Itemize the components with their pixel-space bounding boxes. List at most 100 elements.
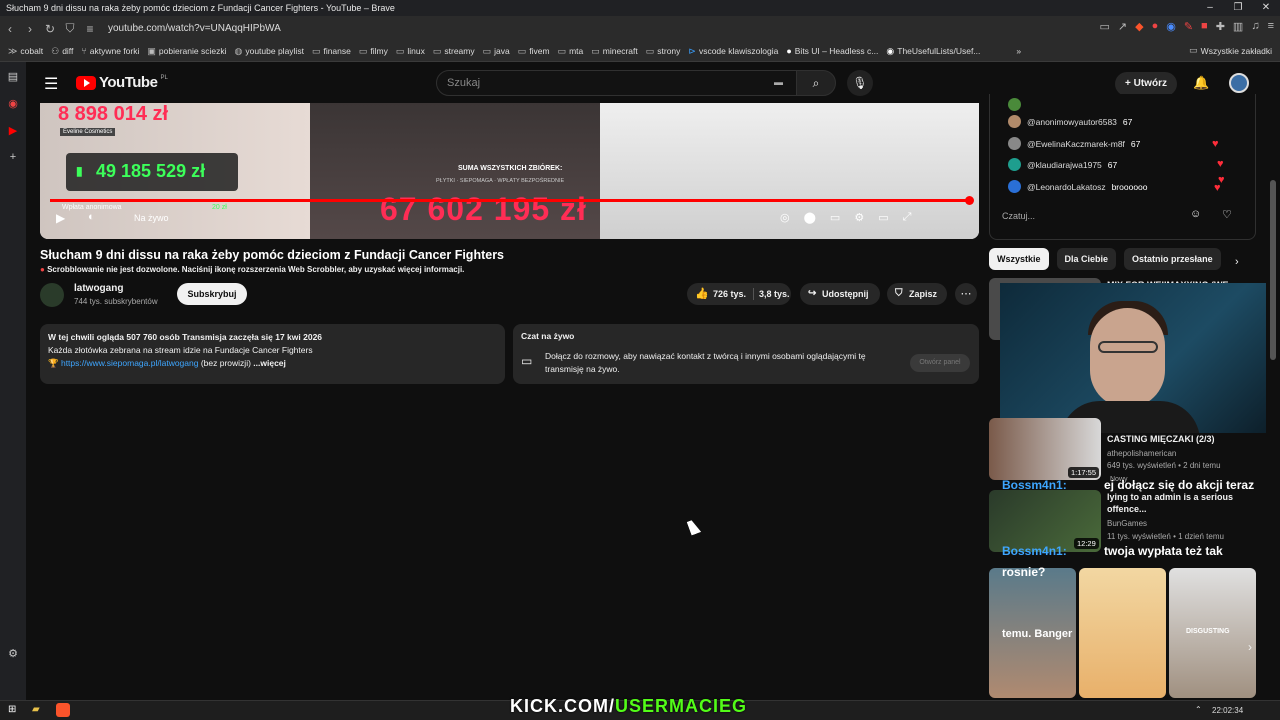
site-settings-icon[interactable]: ≡ <box>80 22 100 36</box>
create-button[interactable]: + Utwórz <box>1115 72 1177 96</box>
chat-input[interactable]: Czatuj... <box>1002 206 1242 228</box>
channel-avatar[interactable] <box>40 283 64 307</box>
dislike-count[interactable]: 3,8 tys. <box>759 283 790 305</box>
shorts-thumbnail[interactable] <box>1079 568 1166 698</box>
search-button[interactable]: ⌕ <box>796 70 836 96</box>
reload-icon[interactable]: ↻ <box>40 22 60 36</box>
video-title[interactable]: lying to an admin is a serious offence..… <box>1107 491 1247 515</box>
bookmark-folder[interactable]: ▭ filmy <box>359 46 388 57</box>
keyboard-icon[interactable]: ▬ <box>774 77 783 87</box>
description-more-button[interactable]: ...więcej <box>253 358 286 368</box>
bookmark-item[interactable]: ≫ cobalt <box>8 46 43 57</box>
sidebar-add-icon[interactable]: + <box>10 151 16 163</box>
settings-icon[interactable]: ⚙ <box>854 211 864 224</box>
bookmark-folder[interactable]: ▭ mta <box>558 46 584 57</box>
url-field[interactable]: youtube.com/watch?v=UNAqqHIPbWA <box>108 23 281 34</box>
puzzle-icon[interactable]: ✚ <box>1216 20 1225 33</box>
bookmark-folder[interactable]: ▭ strony <box>646 46 681 57</box>
autoplay-toggle-icon[interactable]: ⬤ <box>804 211 816 224</box>
brave-shield-icon[interactable]: ◆ <box>1135 20 1143 33</box>
subtitles-icon[interactable]: ▭ <box>830 211 840 224</box>
bookmark-folder[interactable]: ▭ streamy <box>433 46 475 57</box>
like-count[interactable]: 726 tys. <box>713 283 746 305</box>
avatar[interactable] <box>1229 73 1249 93</box>
brave-browser-icon[interactable] <box>56 703 70 717</box>
extension3-icon[interactable]: ■ <box>1201 20 1208 33</box>
menu-icon[interactable]: ☰ <box>44 74 58 94</box>
tray-chevron-icon[interactable]: ⌃ <box>1195 705 1202 714</box>
subscribe-button[interactable]: Subskrybuj <box>177 283 247 305</box>
maximize-icon[interactable]: ❐ <box>1224 0 1252 16</box>
bookmark-folder[interactable]: ▭ minecraft <box>591 46 637 57</box>
bookmark-folder[interactable]: ▭ linux <box>396 46 425 57</box>
progress-bar[interactable] <box>50 199 970 202</box>
cast-icon[interactable]: ▭ <box>1099 20 1109 33</box>
sidebar-settings-icon[interactable]: ⚙ <box>8 647 18 660</box>
menu-icon[interactable]: ≡ <box>1268 20 1274 33</box>
sum-sublabel: PŁYTKI · SIEPOMAGA · WPŁATY BEZPOŚREDNIE <box>436 178 565 184</box>
bookmarks-overflow-button[interactable]: » <box>1016 46 1021 56</box>
share-button[interactable]: ↪ Udostępnij <box>800 283 880 305</box>
media-icon[interactable]: ♫ <box>1251 20 1259 33</box>
audio-icon[interactable]: ◉ <box>1166 20 1176 33</box>
bookmark-item[interactable]: ⑂ aktywne forki <box>81 46 139 56</box>
all-bookmarks[interactable]: ▭ Wszystkie zakładki <box>1189 45 1272 56</box>
sidebar-icon[interactable]: ▥ <box>1233 20 1243 33</box>
notifications-bell-icon[interactable]: 🔔 <box>1193 75 1209 91</box>
youtube-logo[interactable]: YouTube PL <box>76 74 168 91</box>
bookmark-item[interactable]: ◉ TheUsefulLists/Usef... <box>886 46 980 57</box>
chip-for-you[interactable]: Dla Ciebie <box>1056 248 1117 270</box>
extension-icon[interactable]: ● <box>1152 20 1159 33</box>
bookmark-folder[interactable]: ▭ fivem <box>518 46 550 57</box>
bookmark-item[interactable]: ⚇ diff <box>51 46 73 57</box>
chevron-right-icon[interactable]: › <box>1248 640 1252 654</box>
description-link[interactable]: https://www.siepomaga.pl/latwogang <box>61 358 199 368</box>
bookmark-item[interactable]: ◍ youtube playlist <box>234 46 303 57</box>
window-controls: – ❐ ✕ <box>1196 0 1280 16</box>
description-box[interactable]: W tej chwili ogląda 507 760 osób Transmi… <box>40 324 505 384</box>
share-icon[interactable]: ↗ <box>1118 20 1127 33</box>
video-channel[interactable]: BunGames <box>1107 518 1147 529</box>
volume-icon[interactable]: ◐ <box>88 211 95 223</box>
more-actions-button[interactable]: ⋯ <box>955 283 977 305</box>
autoplay-icon[interactable]: ◎ <box>780 211 790 224</box>
play-icon[interactable]: ▶ <box>56 211 65 225</box>
bookmark-item[interactable]: ● Bits UI – Headless c... <box>786 46 878 56</box>
chip-all[interactable]: Wszystkie <box>989 248 1049 270</box>
save-button[interactable]: ⛉ Zapisz <box>887 283 947 305</box>
voice-search-button[interactable]: 🎙 <box>847 70 873 96</box>
sidebar-youtube-icon[interactable]: ▶ <box>9 124 17 137</box>
heart-icon[interactable]: ♡ <box>1222 208 1232 221</box>
fullscreen-icon[interactable]: ⤢ <box>903 211 912 224</box>
channel-name[interactable]: latwogang <box>74 283 123 294</box>
close-icon[interactable]: ✕ <box>1252 0 1280 16</box>
live-label[interactable]: Na żywo <box>134 213 169 223</box>
bookmark-folder[interactable]: ▭ finanse <box>312 46 351 57</box>
folder-icon: ▭ <box>395 45 405 56</box>
bookmark-icon[interactable]: ⛉ <box>60 21 80 36</box>
thumbs-up-icon[interactable]: 👍 <box>695 283 709 305</box>
theater-mode-icon[interactable]: ▭ <box>878 211 888 224</box>
bookmark-folder[interactable]: ▭ java <box>483 46 510 57</box>
sidebar-extension-icon[interactable]: ◉ <box>8 97 18 110</box>
globe-icon: ◍ <box>234 45 243 56</box>
video-channel[interactable]: athepolishamerican <box>1107 448 1176 459</box>
file-explorer-icon[interactable]: ▰ <box>32 704 40 715</box>
chip-recently-uploaded[interactable]: Ostatnio przesłane <box>1124 248 1221 270</box>
scrollbar[interactable] <box>1270 180 1276 360</box>
video-player[interactable]: 8 898 014 zł Eveline Cosmetics ▮ 49 185 … <box>40 103 979 239</box>
back-icon[interactable]: ‹ <box>0 22 20 36</box>
open-panel-button[interactable]: Otwórz panel <box>910 354 970 372</box>
bookmark-item[interactable]: ▣ pobieranie sciezki <box>147 46 226 57</box>
emoji-icon[interactable]: ☺ <box>1190 208 1201 220</box>
sidebar-panel-icon[interactable]: ▤ <box>8 70 18 83</box>
progress-scrubber[interactable] <box>965 196 974 205</box>
chevron-right-icon[interactable]: › <box>1235 256 1239 268</box>
video-title[interactable]: CASTING MIĘCZAKI (2/3) <box>1107 433 1215 445</box>
minimize-icon[interactable]: – <box>1196 0 1224 16</box>
search-input[interactable]: Szukaj <box>436 70 823 96</box>
extension2-icon[interactable]: ✎ <box>1184 20 1193 33</box>
forward-icon[interactable]: › <box>20 22 40 36</box>
bookmark-item[interactable]: ⊳ vscode klawiszologia <box>688 46 778 57</box>
windows-start-icon[interactable]: ⊞ <box>8 704 16 715</box>
